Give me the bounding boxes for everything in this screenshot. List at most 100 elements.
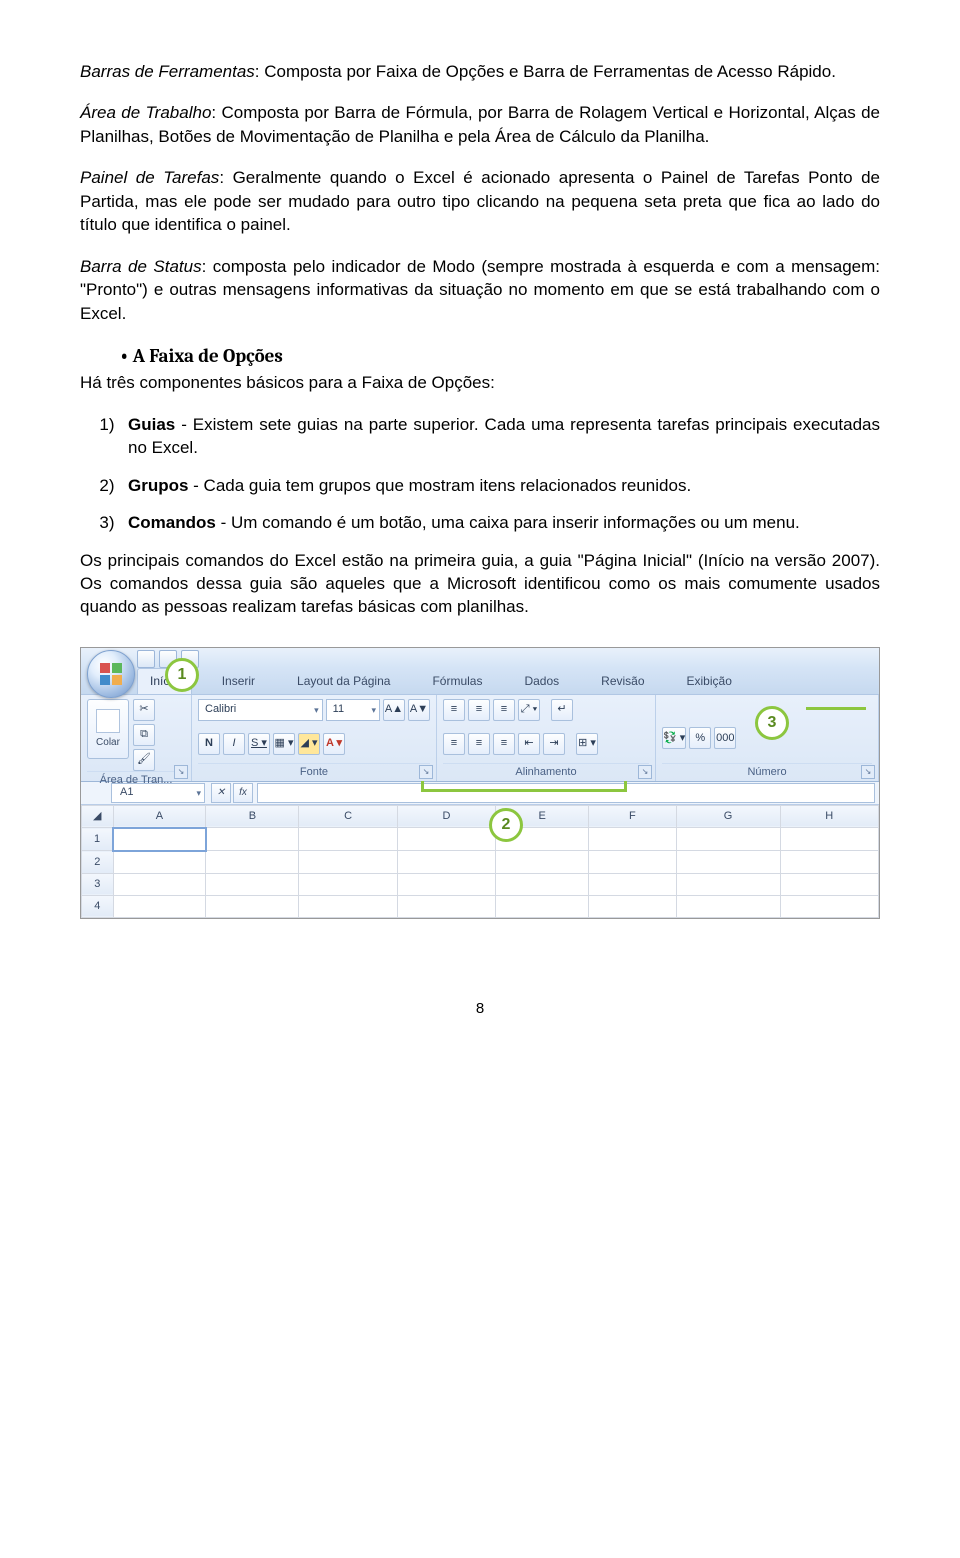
list-item-guias: Guias - Existem sete guias na parte supe… [124,413,880,460]
borders-icon[interactable]: ▦ ▾ [273,733,295,755]
cell[interactable] [206,895,299,917]
tab-dados[interactable]: Dados [512,669,571,694]
orientation-icon[interactable]: ⤢ ▾ [518,699,540,721]
col-header[interactable]: A [113,805,206,828]
cell[interactable] [206,873,299,895]
name-box[interactable]: A1 [111,783,205,803]
cell[interactable] [496,873,589,895]
office-button[interactable] [87,650,135,698]
tab-exibicao[interactable]: Exibição [675,669,744,694]
para-intro-faixa: Há três componentes básicos para a Faixa… [80,371,880,394]
shrink-font-icon[interactable]: A▼ [408,699,430,721]
dialog-launcher-icon[interactable]: ↘ [419,765,433,779]
format-painter-icon[interactable]: 🖌 [133,749,155,771]
cell[interactable] [299,873,397,895]
cell[interactable] [589,851,676,874]
fill-color-icon[interactable]: ◢ ▾ [298,733,320,755]
col-header[interactable]: C [299,805,397,828]
cell[interactable] [299,851,397,874]
cell[interactable] [206,828,299,851]
col-header[interactable]: G [676,805,780,828]
cell[interactable] [113,851,206,874]
cell[interactable] [397,895,495,917]
align-top-icon[interactable]: ≡ [443,699,465,721]
bold-button[interactable]: N [198,733,220,755]
cell[interactable] [676,873,780,895]
cell[interactable] [397,828,495,851]
font-name-combo[interactable]: Calibri [198,699,323,721]
decrease-indent-icon[interactable]: ⇤ [518,733,540,755]
align-bottom-icon[interactable]: ≡ [493,699,515,721]
cell[interactable] [113,873,206,895]
percent-button[interactable]: % [689,727,711,749]
italic-button[interactable]: I [223,733,245,755]
cell[interactable] [676,851,780,874]
tab-revisao[interactable]: Revisão [589,669,656,694]
row-header[interactable]: 4 [82,895,114,917]
cell[interactable] [780,895,878,917]
para-barras-ferramentas: Barras de Ferramentas: Composta por Faix… [80,60,880,83]
paste-button[interactable]: Colar [87,699,129,759]
cell[interactable] [113,895,206,917]
cell[interactable] [589,895,676,917]
callout-line [806,707,866,710]
cell[interactable] [496,895,589,917]
cell[interactable] [780,828,878,851]
cut-icon[interactable]: ✂ [133,699,155,721]
col-header[interactable]: D [397,805,495,828]
cell[interactable] [206,851,299,874]
cell[interactable] [397,873,495,895]
group-font: Calibri 11 A▲ A▼ N I S ▾ ▦ ▾ ◢ ▾ A ▾ Fon… [192,695,437,781]
cell[interactable] [113,828,206,851]
copy-icon[interactable]: ⧉ [133,724,155,746]
wrap-text-icon[interactable]: ↵ [551,699,573,721]
para-painel-tarefas: Painel de Tarefas: Geralmente quando o E… [80,166,880,236]
paste-icon [96,709,120,733]
group-title-font: Fonte [198,763,430,780]
fx-button[interactable]: fx [233,783,253,803]
cell[interactable] [676,895,780,917]
cell[interactable] [589,828,676,851]
tab-formulas[interactable]: Fórmulas [420,669,494,694]
align-left-icon[interactable]: ≡ [443,733,465,755]
col-header[interactable]: B [206,805,299,828]
numbered-list: Guias - Existem sete guias na parte supe… [80,413,880,535]
dialog-launcher-icon[interactable]: ↘ [638,765,652,779]
cell[interactable] [299,895,397,917]
select-all-corner[interactable]: ◢ [82,805,114,828]
para-principais-comandos: Os principais comandos do Excel estão na… [80,549,880,619]
cell[interactable] [780,873,878,895]
dialog-launcher-icon[interactable]: ↘ [174,765,188,779]
col-header[interactable]: F [589,805,676,828]
align-center-icon[interactable]: ≡ [468,733,490,755]
align-middle-icon[interactable]: ≡ [468,699,490,721]
cell[interactable] [397,851,495,874]
currency-icon[interactable]: 💱 ▾ [662,727,686,749]
underline-button[interactable]: S ▾ [248,733,270,755]
tab-layout[interactable]: Layout da Página [285,669,402,694]
qat-save-icon[interactable] [137,650,155,668]
row-header[interactable]: 1 [82,828,114,851]
grow-font-icon[interactable]: A▲ [383,699,405,721]
cell[interactable] [589,873,676,895]
cancel-icon[interactable]: ✕ [211,783,231,803]
cell[interactable] [780,851,878,874]
increase-indent-icon[interactable]: ⇥ [543,733,565,755]
merge-center-icon[interactable]: ⊞ ▾ [576,733,598,755]
row-header[interactable]: 2 [82,851,114,874]
group-title-alignment: Alinhamento [443,763,649,780]
col-header[interactable]: H [780,805,878,828]
list-item-grupos: Grupos - Cada guia tem grupos que mostra… [124,474,880,497]
group-title-number: Número [662,763,872,780]
font-color-icon[interactable]: A ▾ [323,733,345,755]
font-size-combo[interactable]: 11 [326,699,380,721]
tab-inserir[interactable]: Inserir [210,669,267,694]
para-area-trabalho: Área de Trabalho: Composta por Barra de … [80,101,880,148]
align-right-icon[interactable]: ≡ [493,733,515,755]
dialog-launcher-icon[interactable]: ↘ [861,765,875,779]
cell[interactable] [676,828,780,851]
thousands-button[interactable]: 000 [714,727,736,749]
cell[interactable] [496,851,589,874]
cell[interactable] [299,828,397,851]
row-header[interactable]: 3 [82,873,114,895]
